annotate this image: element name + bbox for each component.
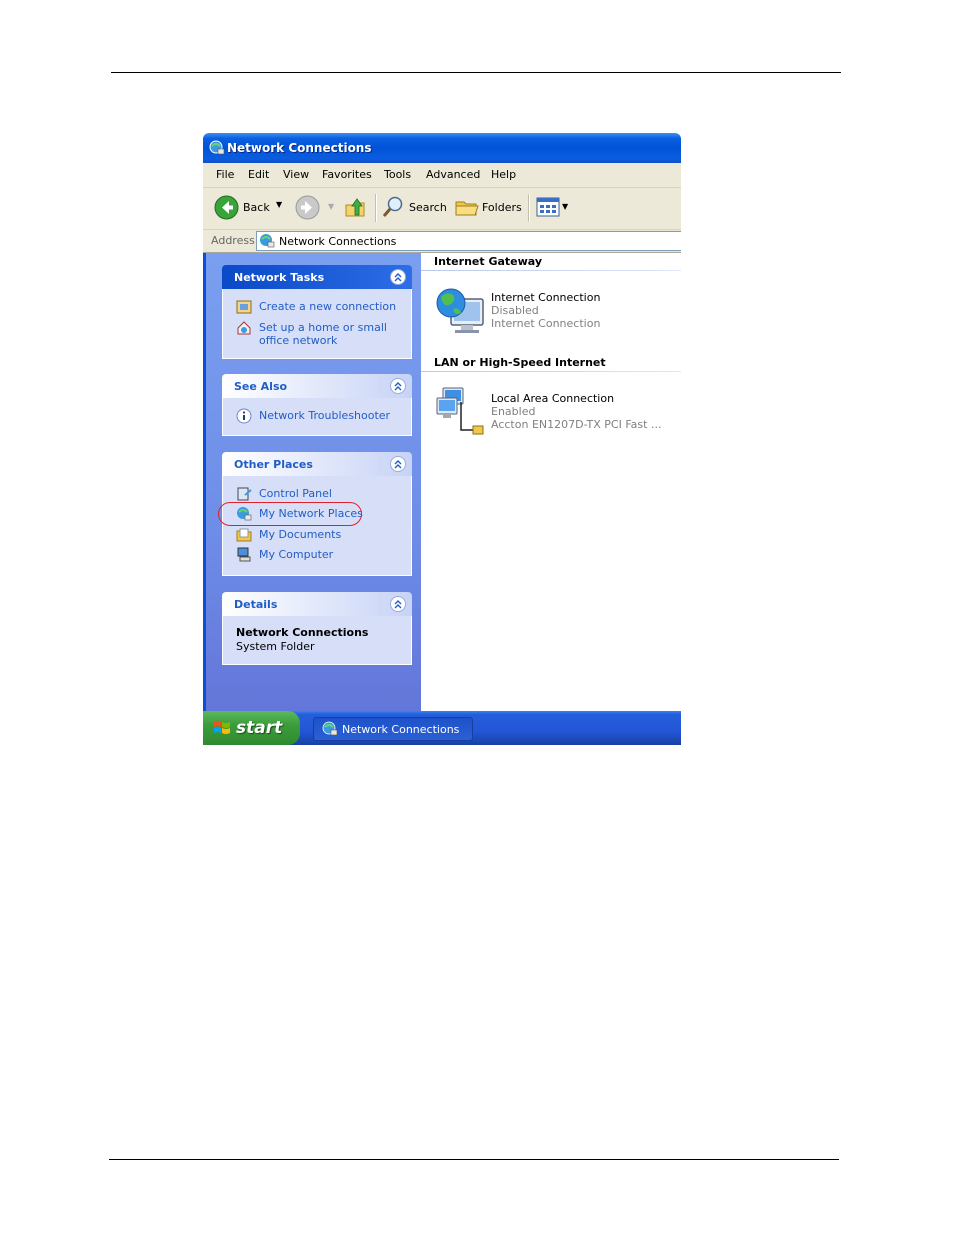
views-button[interactable]: ▼ — [536, 196, 570, 220]
network-tasks-body: Create a new connection Set up a home or… — [222, 289, 412, 359]
forward-button[interactable]: ▼ — [295, 195, 335, 221]
network-connections-window: Network Connections File Edit View Favor… — [203, 133, 681, 745]
search-label: Search — [409, 201, 447, 214]
network-tasks-header[interactable]: Network Tasks — [222, 265, 412, 289]
menu-advanced[interactable]: Advanced — [426, 168, 480, 181]
address-field[interactable]: Network Connections — [256, 231, 681, 251]
details-title: Details — [234, 598, 278, 611]
collapse-chevron-icon[interactable] — [390, 456, 406, 472]
highlight-ring — [218, 502, 362, 526]
toolbar: Back ▼ ▼ Search Folders ▼ — [203, 188, 681, 230]
address-bar: Address Network Connections — [203, 230, 681, 253]
internet-connection-status: Disabled — [491, 304, 539, 317]
group-header-internet-gateway: Internet Gateway — [434, 255, 543, 268]
internet-connection-item[interactable]: Internet Connection Disabled Internet Co… — [435, 285, 681, 341]
page-header-rule — [111, 72, 841, 73]
details-header[interactable]: Details — [222, 592, 412, 616]
up-folder-button[interactable] — [343, 195, 369, 221]
address-value: Network Connections — [279, 235, 397, 248]
home-network-label-line1: Set up a home or small — [259, 321, 387, 334]
up-folder-icon — [343, 195, 367, 222]
group-header-lan: LAN or High-Speed Internet — [434, 356, 606, 369]
forward-arrow-icon — [295, 195, 320, 223]
create-new-connection-label: Create a new connection — [259, 300, 397, 313]
home-network-label-line2: office network — [259, 334, 338, 347]
internet-connection-device: Internet Connection — [491, 317, 601, 330]
my-computer-icon — [236, 547, 252, 566]
see-also-body: Network Troubleshooter — [222, 398, 412, 436]
connections-list-pane: Internet Gateway Internet Connection Dis… — [421, 253, 681, 711]
my-documents-label: My Documents — [259, 528, 342, 541]
back-button[interactable]: Back ▼ — [214, 195, 290, 221]
folders-label: Folders — [482, 201, 522, 214]
menu-edit[interactable]: Edit — [248, 168, 269, 181]
collapse-chevron-icon[interactable] — [390, 378, 406, 394]
local-area-connection-item[interactable]: Local Area Connection Enabled Accton EN1… — [435, 386, 681, 442]
network-connections-icon — [322, 721, 338, 740]
menu-file[interactable]: File — [216, 168, 234, 181]
group-divider — [421, 270, 681, 271]
windows-flag-icon — [213, 720, 231, 739]
search-icon — [381, 195, 405, 222]
see-also-panel: See Also Network Troubleshooter — [222, 374, 412, 436]
network-connections-icon — [209, 140, 225, 159]
toolbar-separator — [375, 194, 377, 222]
taskbar-button-label: Network Connections — [342, 723, 460, 736]
collapse-chevron-icon[interactable] — [390, 596, 406, 612]
details-type: System Folder — [236, 640, 315, 653]
toolbar-separator — [528, 194, 530, 222]
start-label: start — [236, 718, 283, 738]
see-also-header[interactable]: See Also — [222, 374, 412, 398]
see-also-title: See Also — [234, 380, 288, 393]
my-documents-folder-icon — [236, 527, 252, 546]
window-title: Network Connections — [227, 141, 372, 155]
local-area-connection-status: Enabled — [491, 405, 536, 418]
task-pane: Network Tasks Create a new connection Se… — [203, 253, 421, 711]
forward-dropdown-icon[interactable]: ▼ — [328, 202, 334, 211]
internet-gateway-globe-icon — [435, 285, 487, 340]
start-button[interactable]: start — [203, 711, 300, 745]
network-tasks-panel: Network Tasks Create a new connection Se… — [222, 265, 412, 359]
network-troubleshooter-label: Network Troubleshooter — [259, 409, 391, 422]
back-arrow-icon — [214, 195, 239, 223]
info-icon — [236, 408, 252, 427]
local-area-connection-name: Local Area Connection — [491, 392, 615, 405]
views-icon — [536, 196, 560, 221]
other-places-title: Other Places — [234, 458, 313, 471]
details-name: Network Connections — [236, 626, 369, 639]
search-button[interactable]: Search — [381, 195, 447, 221]
control-panel-label: Control Panel — [259, 487, 332, 500]
other-places-body: Control Panel My Network Places My Docum… — [222, 476, 412, 576]
local-area-connection-device: Accton EN1207D-TX PCI Fast ... — [491, 418, 662, 431]
views-dropdown-icon[interactable]: ▼ — [562, 202, 568, 211]
title-bar[interactable]: Network Connections — [203, 133, 681, 163]
details-body: Network Connections System Folder — [222, 616, 412, 665]
menu-bar: File Edit View Favorites Tools Advanced … — [203, 163, 681, 188]
home-network-icon — [236, 320, 252, 339]
folders-icon — [454, 195, 480, 222]
taskbar-network-connections-button[interactable]: Network Connections — [313, 717, 473, 741]
lan-connection-icon — [435, 386, 487, 441]
my-computer-label: My Computer — [259, 548, 334, 561]
internet-connection-name: Internet Connection — [491, 291, 601, 304]
menu-help[interactable]: Help — [491, 168, 516, 181]
other-places-header[interactable]: Other Places — [222, 452, 412, 476]
back-label: Back — [243, 201, 270, 214]
network-tasks-title: Network Tasks — [234, 271, 325, 284]
menu-view[interactable]: View — [283, 168, 309, 181]
network-connections-icon — [259, 233, 275, 252]
menu-favorites[interactable]: Favorites — [322, 168, 372, 181]
folders-button[interactable]: Folders — [454, 195, 524, 221]
menu-tools[interactable]: Tools — [384, 168, 411, 181]
taskbar: start Network Connections — [203, 711, 681, 745]
group-divider — [421, 371, 681, 372]
address-label: Address — [211, 234, 255, 247]
back-dropdown-icon[interactable]: ▼ — [276, 200, 282, 209]
page-footer-rule — [109, 1159, 839, 1160]
collapse-chevron-icon[interactable] — [390, 269, 406, 285]
new-connection-icon — [236, 299, 252, 318]
details-panel: Details Network Connections System Folde… — [222, 592, 412, 665]
